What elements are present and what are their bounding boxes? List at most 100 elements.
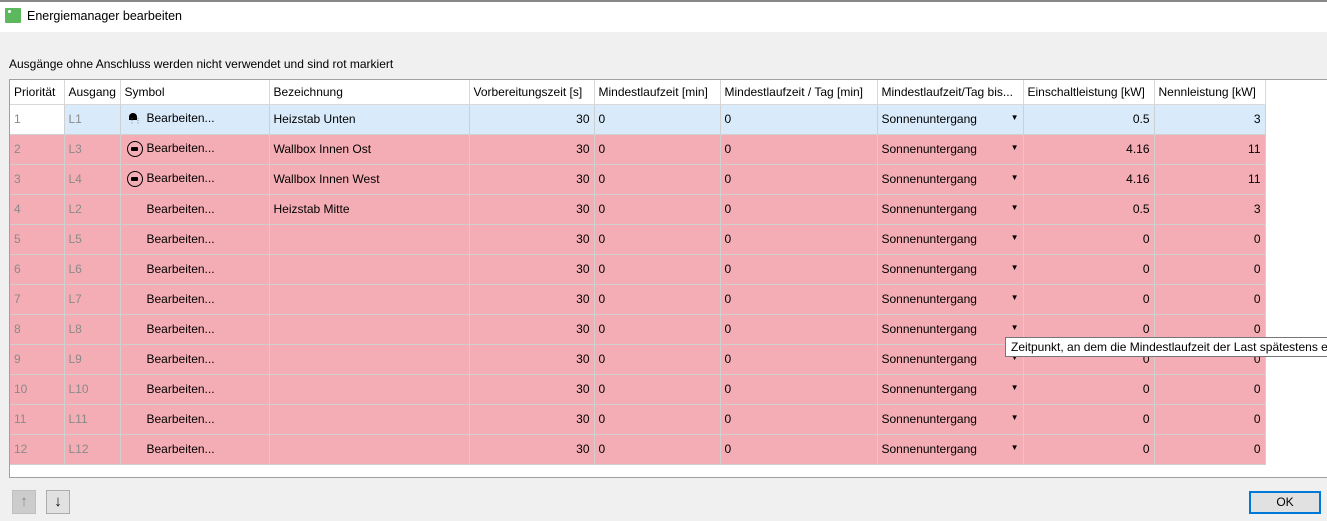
table-row[interactable]: 4 L2 Bearbeiten... Heizstab Mitte 30 0 0 Sonnen…: [10, 194, 1266, 225]
dropdown-arrow-icon[interactable]: ▼: [1011, 443, 1019, 452]
priority-cell[interactable]: 9: [10, 344, 65, 375]
dropdown-arrow-icon[interactable]: ▼: [1011, 233, 1019, 242]
name-cell[interactable]: [269, 254, 470, 285]
min-runtime-day-cell[interactable]: 0: [720, 254, 878, 285]
min-runtime-day-cell[interactable]: 0: [720, 164, 878, 195]
dropdown-arrow-icon[interactable]: ▼: [1011, 323, 1019, 332]
switch-on-power-cell[interactable]: 4.16: [1023, 134, 1155, 165]
min-runtime-cell[interactable]: 0: [594, 344, 721, 375]
column-header[interactable]: Mindestlaufzeit [min]: [594, 80, 721, 105]
output-cell[interactable]: L10: [64, 374, 121, 405]
edit-symbol-link[interactable]: Bearbeiten...: [147, 352, 215, 366]
min-runtime-cell[interactable]: 0: [594, 254, 721, 285]
nominal-power-cell[interactable]: 0: [1154, 404, 1266, 435]
move-down-button[interactable]: ↓: [46, 490, 70, 514]
edit-symbol-link[interactable]: Bearbeiten...: [147, 322, 215, 336]
priority-cell[interactable]: 2: [10, 134, 65, 165]
priority-cell[interactable]: 12: [10, 434, 65, 465]
symbol-cell[interactable]: Bearbeiten...: [120, 284, 270, 315]
name-cell[interactable]: Heizstab Unten: [269, 104, 470, 135]
symbol-cell[interactable]: Bearbeiten...: [120, 404, 270, 435]
dropdown-arrow-icon[interactable]: ▼: [1011, 263, 1019, 272]
table-row[interactable]: 1L1Bearbeiten...Heizstab Unten3000Sonnen…: [10, 104, 1266, 135]
name-cell[interactable]: [269, 374, 470, 405]
until-dropdown[interactable]: Sonnenuntergang ▼: [877, 194, 1024, 225]
name-cell[interactable]: [269, 284, 470, 315]
output-cell[interactable]: L12: [64, 434, 121, 465]
edit-symbol-link[interactable]: Bearbeiten...: [147, 412, 215, 426]
column-header[interactable]: Ausgang: [64, 80, 121, 105]
edit-symbol-link[interactable]: Bearbeiten...: [147, 141, 215, 155]
edit-symbol-link[interactable]: Bearbeiten...: [147, 171, 215, 185]
nominal-power-cell[interactable]: 0: [1154, 224, 1266, 255]
min-runtime-day-cell[interactable]: 0: [720, 284, 878, 315]
dropdown-arrow-icon[interactable]: ▼: [1011, 293, 1019, 302]
min-runtime-cell[interactable]: 0: [594, 104, 721, 135]
switch-on-power-cell[interactable]: 0: [1023, 434, 1155, 465]
priority-cell[interactable]: 11: [10, 404, 65, 435]
until-dropdown[interactable]: Sonnenuntergang ▼: [877, 344, 1024, 375]
column-header[interactable]: Bezeichnung: [269, 80, 470, 105]
prep-time-cell[interactable]: 30: [469, 374, 595, 405]
column-header[interactable]: Mindestlaufzeit/Tag bis...: [877, 80, 1024, 105]
table-row[interactable]: 12 L12 Bearbeiten... 30 0 0 Sonnenuntergang ▼ 0 0: [10, 434, 1266, 465]
priority-cell[interactable]: 6: [10, 254, 65, 285]
nominal-power-cell[interactable]: 3: [1154, 194, 1266, 225]
dropdown-arrow-icon[interactable]: ▼: [1011, 173, 1019, 182]
column-header[interactable]: Priorität: [10, 80, 65, 105]
priority-cell[interactable]: 3: [10, 164, 65, 195]
output-cell[interactable]: L6: [64, 254, 121, 285]
prep-time-cell[interactable]: 30: [469, 284, 595, 315]
nominal-power-cell[interactable]: 0: [1154, 254, 1266, 285]
name-cell[interactable]: Wallbox Innen Ost: [269, 134, 470, 165]
until-dropdown[interactable]: Sonnenuntergang ▼: [877, 434, 1024, 465]
prep-time-cell[interactable]: 30: [469, 434, 595, 465]
symbol-cell[interactable]: Bearbeiten...: [120, 104, 270, 135]
symbol-cell[interactable]: Bearbeiten...: [120, 344, 270, 375]
priority-cell[interactable]: 8: [10, 314, 65, 345]
edit-symbol-link[interactable]: Bearbeiten...: [147, 292, 215, 306]
output-cell[interactable]: L11: [64, 404, 121, 435]
min-runtime-day-cell[interactable]: 0: [720, 104, 878, 135]
edit-symbol-link[interactable]: Bearbeiten...: [147, 262, 215, 276]
column-header[interactable]: Symbol: [120, 80, 270, 105]
nominal-power-cell[interactable]: 0: [1154, 284, 1266, 315]
switch-on-power-cell[interactable]: 4.16: [1023, 164, 1155, 195]
prep-time-cell[interactable]: 30: [469, 134, 595, 165]
name-cell[interactable]: [269, 404, 470, 435]
prep-time-cell[interactable]: 30: [469, 164, 595, 195]
edit-symbol-link[interactable]: Bearbeiten...: [147, 202, 215, 216]
edit-symbol-link[interactable]: Bearbeiten...: [147, 232, 215, 246]
nominal-power-cell[interactable]: 0: [1154, 434, 1266, 465]
column-header[interactable]: Mindestlaufzeit / Tag [min]: [720, 80, 878, 105]
edit-symbol-link[interactable]: Bearbeiten...: [147, 111, 215, 125]
switch-on-power-cell[interactable]: 0.5: [1023, 194, 1155, 225]
table-row[interactable]: 2 L3 Bearbeiten... Wallbox Innen Ost 30 0 0 Son…: [10, 134, 1266, 165]
until-dropdown[interactable]: Sonnenuntergang ▼: [877, 314, 1024, 345]
name-cell[interactable]: [269, 434, 470, 465]
switch-on-power-cell[interactable]: 0.5: [1023, 104, 1155, 135]
switch-on-power-cell[interactable]: 0: [1023, 254, 1155, 285]
name-cell[interactable]: Wallbox Innen West: [269, 164, 470, 195]
nominal-power-cell[interactable]: 3: [1154, 104, 1266, 135]
table-row[interactable]: 3 L4 Bearbeiten... Wallbox Innen West 30 0 0 So…: [10, 164, 1266, 195]
priority-cell[interactable]: 4: [10, 194, 65, 225]
prep-time-cell[interactable]: 30: [469, 254, 595, 285]
table-row[interactable]: 11 L11 Bearbeiten... 30 0 0 Sonnenuntergang ▼ 0 0: [10, 404, 1266, 435]
until-dropdown[interactable]: Sonnenuntergang ▼: [877, 254, 1024, 285]
symbol-cell[interactable]: Bearbeiten...: [120, 194, 270, 225]
min-runtime-cell[interactable]: 0: [594, 284, 721, 315]
nominal-power-cell[interactable]: 11: [1154, 134, 1266, 165]
name-cell[interactable]: Heizstab Mitte: [269, 194, 470, 225]
ok-button[interactable]: OK: [1249, 491, 1321, 514]
min-runtime-day-cell[interactable]: 0: [720, 134, 878, 165]
until-dropdown[interactable]: Sonnenuntergang ▼: [877, 224, 1024, 255]
nominal-power-cell[interactable]: 0: [1154, 374, 1266, 405]
symbol-cell[interactable]: Bearbeiten...: [120, 374, 270, 405]
until-dropdown[interactable]: Sonnenuntergang ▼: [877, 374, 1024, 405]
prep-time-cell[interactable]: 30: [469, 314, 595, 345]
nominal-power-cell[interactable]: 11: [1154, 164, 1266, 195]
name-cell[interactable]: [269, 314, 470, 345]
prep-time-cell[interactable]: 30: [469, 194, 595, 225]
dropdown-arrow-icon[interactable]: ▼: [1011, 143, 1019, 152]
